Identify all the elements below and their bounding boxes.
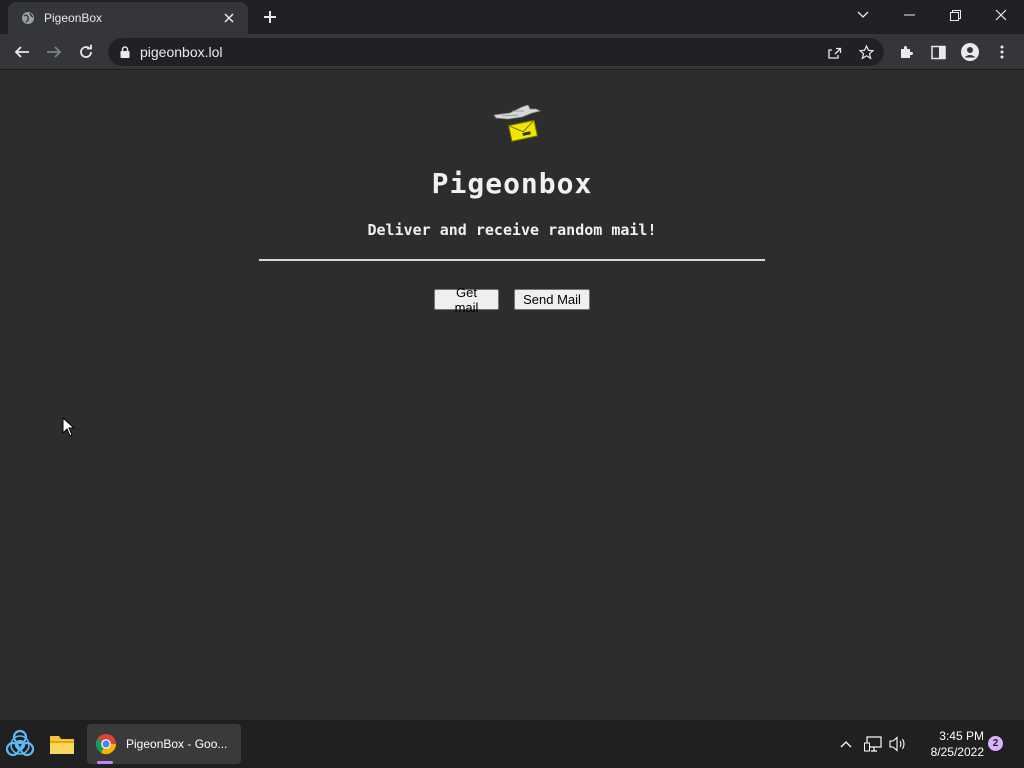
page-content: Pigeonbox Deliver and receive random mai… [0, 71, 1024, 720]
back-icon[interactable] [8, 38, 36, 66]
bookmark-star-icon[interactable] [854, 40, 878, 64]
send-mail-button[interactable]: Send Mail [514, 289, 590, 310]
tab-title: PigeonBox [44, 11, 103, 25]
pigeon-logo [492, 104, 546, 145]
show-hidden-icons-icon[interactable] [836, 734, 856, 754]
address-bar[interactable]: pigeonbox.lol [108, 38, 884, 66]
file-explorer-icon[interactable] [44, 724, 80, 764]
taskbar-chrome-window[interactable]: PigeonBox - Goo... [87, 724, 241, 764]
browser-tab[interactable]: PigeonBox [8, 2, 248, 34]
extensions-icon[interactable] [892, 38, 920, 66]
network-icon[interactable] [863, 734, 883, 754]
taskbar-clock[interactable]: 3:45 PM 8/25/2022 [914, 728, 984, 760]
get-mail-button[interactable]: Get mail [434, 285, 499, 315]
notification-badge[interactable]: 2 [988, 736, 1003, 751]
taskbar: PigeonBox - Goo... 3:45 PM 8/25/2022 [0, 720, 1024, 768]
tab-strip: PigeonBox [0, 0, 1024, 34]
profile-icon[interactable] [956, 38, 984, 66]
active-window-indicator [97, 761, 113, 764]
minimize-icon[interactable] [886, 0, 932, 30]
url-text: pigeonbox.lol [140, 44, 223, 60]
side-panel-icon[interactable] [924, 38, 952, 66]
tab-search-icon[interactable] [840, 0, 886, 30]
new-tab-button[interactable] [258, 6, 282, 28]
start-biohazard-icon[interactable] [2, 724, 38, 764]
site-title: Pigeonbox [431, 167, 593, 200]
browser-toolbar: pigeonbox.lol [0, 34, 1024, 70]
reload-icon[interactable] [72, 38, 100, 66]
volume-icon[interactable] [888, 734, 908, 754]
mouse-pointer-icon [62, 417, 76, 437]
tagline: Deliver and receive random mail! [367, 221, 657, 239]
forward-icon[interactable] [40, 38, 68, 66]
clock-date: 8/25/2022 [930, 745, 984, 759]
taskbar-window-label: PigeonBox - Goo... [126, 737, 228, 751]
clock-time: 3:45 PM [939, 729, 984, 743]
globe-icon [20, 10, 36, 26]
lock-icon[interactable] [120, 46, 130, 58]
close-tab-icon[interactable] [220, 9, 238, 27]
divider [259, 259, 765, 261]
more-menu-icon[interactable] [988, 38, 1016, 66]
restore-icon[interactable] [932, 0, 978, 30]
close-window-icon[interactable] [978, 0, 1024, 30]
share-icon[interactable] [822, 40, 846, 64]
chrome-icon [95, 734, 117, 755]
